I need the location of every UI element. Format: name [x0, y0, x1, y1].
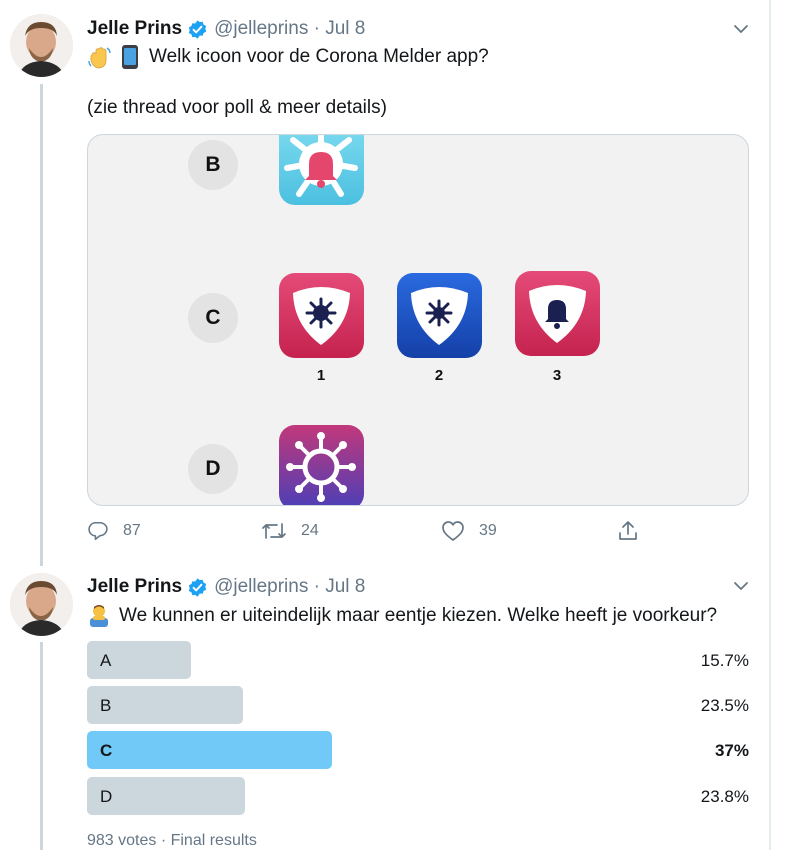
author-handle[interactable]: @jelleprins [214, 18, 308, 40]
tweet-actions: 87 24 39 [87, 520, 647, 550]
verified-badge-icon [187, 19, 208, 40]
tweet-date[interactable]: Jul 8 [325, 576, 365, 598]
tweet-header: Jelle Prins @jelleprins · Jul 8 [87, 574, 365, 600]
tweet-text: We kunnen er uiteindelijk maar eentje ki… [119, 605, 718, 626]
chevron-down-icon[interactable] [731, 576, 751, 596]
tweet-text-line2: (zie thread voor poll & meer details) [87, 97, 387, 118]
verified-badge-icon [187, 577, 208, 598]
poll-option-label: C [100, 741, 113, 760]
poll-bar-winner[interactable] [87, 731, 332, 769]
reply-count: 87 [123, 522, 141, 539]
tweet-text-line1: Welk icoon voor de Corona Melder app? [87, 44, 489, 70]
shield-virus-icon-blue [397, 273, 482, 358]
row-label-b: B [188, 140, 238, 190]
poll-option-label: A [100, 651, 112, 670]
waving-hand-icon [87, 44, 113, 70]
tweet-header: Jelle Prins @jelleprins · Jul 8 [87, 16, 365, 42]
separator-dot: · [308, 576, 326, 597]
row-label-d: D [188, 444, 238, 494]
person-bowing-icon [87, 603, 111, 629]
poll-option-percent: 23.8% [700, 787, 749, 806]
mobile-phone-icon [121, 44, 139, 70]
variant-label-2: 2 [434, 367, 444, 384]
tweet-date[interactable]: Jul 8 [325, 18, 365, 40]
share-button[interactable] [617, 520, 653, 542]
author-name[interactable]: Jelle Prins [87, 18, 182, 40]
heart-icon [442, 521, 464, 541]
reply-icon [88, 521, 108, 541]
poll-footer: 983 votes · Final results [87, 832, 257, 849]
reply-button[interactable]: 87 [87, 520, 141, 542]
tweet-media-image[interactable]: B C 1 2 3 D [87, 134, 749, 506]
virus-icon-purple [279, 425, 364, 505]
like-button[interactable]: 39 [441, 520, 497, 542]
avatar[interactable] [10, 14, 73, 77]
avatar[interactable] [10, 573, 73, 636]
poll-option-label: B [100, 696, 112, 715]
bell-virus-icon [279, 135, 364, 205]
shield-virus-icon-pink [279, 273, 364, 358]
author-handle[interactable]: @jelleprins [214, 576, 308, 598]
thread-connector [40, 84, 43, 566]
separator-dot: · [308, 18, 326, 39]
shield-bell-icon [515, 271, 600, 356]
author-name[interactable]: Jelle Prins [87, 576, 182, 598]
poll-option-label: D [100, 787, 113, 806]
retweet-button[interactable]: 24 [261, 520, 319, 542]
share-icon [619, 521, 637, 540]
chevron-down-icon[interactable] [731, 19, 751, 39]
tweet-text: Welk icoon voor de Corona Melder app? [149, 46, 489, 67]
retweet-icon [262, 523, 286, 539]
like-count: 39 [479, 522, 497, 539]
variant-label-1: 1 [316, 367, 326, 384]
retweet-count: 24 [301, 522, 319, 539]
poll-option-percent: 37% [714, 741, 749, 760]
thread-connector [40, 642, 43, 850]
tweet-text-line: We kunnen er uiteindelijk maar eentje ki… [87, 603, 717, 629]
timeline-border [769, 0, 771, 850]
variant-label-3: 3 [552, 367, 562, 384]
row-label-c: C [188, 293, 238, 343]
poll-option-percent: 15.7% [700, 651, 749, 670]
poll-option-percent: 23.5% [700, 696, 749, 715]
